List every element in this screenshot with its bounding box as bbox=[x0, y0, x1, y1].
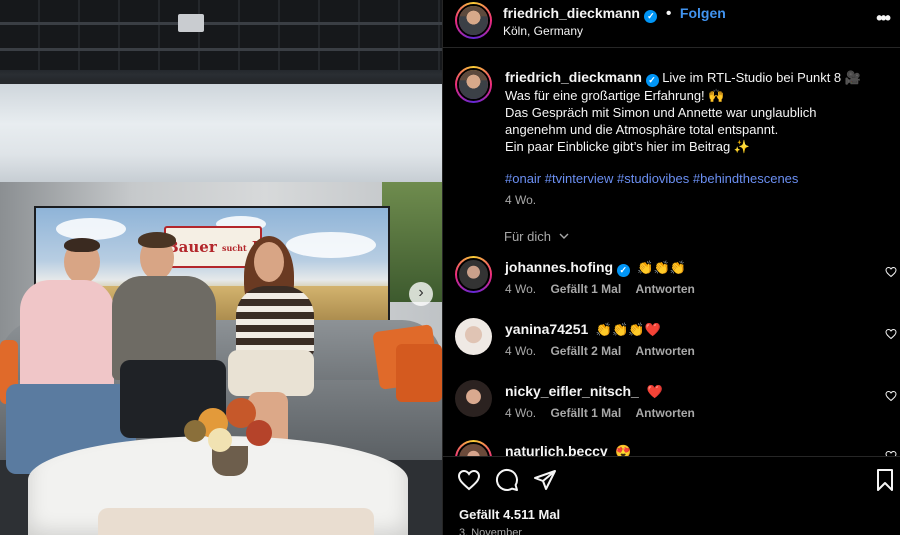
post-date: 3. November bbox=[459, 527, 522, 535]
separator-dot: • bbox=[665, 5, 672, 22]
author-avatar[interactable] bbox=[455, 2, 492, 39]
commenter-avatar[interactable] bbox=[455, 256, 492, 293]
comment-text: 👏👏👏❤️ bbox=[595, 322, 661, 337]
ceiling-beam bbox=[0, 48, 442, 51]
send-icon[interactable] bbox=[533, 468, 557, 492]
post-actions: Gefällt 4.511 Mal 3. November bbox=[443, 456, 900, 535]
comment-heart-icon[interactable] bbox=[885, 328, 897, 340]
carousel-next-button[interactable]: › bbox=[409, 282, 433, 306]
comment-time[interactable]: 4 Wo. bbox=[505, 344, 536, 358]
comment-text: 👏👏👏 bbox=[637, 260, 686, 275]
caption-line: Live im RTL-Studio bei Punkt 8 🎥 bbox=[662, 70, 861, 85]
studio-ceiling bbox=[0, 0, 442, 70]
comment-heart-icon[interactable] bbox=[885, 390, 897, 402]
translation-label: Für dich bbox=[504, 229, 551, 244]
commenter-avatar[interactable] bbox=[455, 380, 492, 417]
caption-line: Was für eine großartige Erfahrung! 🙌 bbox=[505, 88, 725, 103]
chevron-right-icon: › bbox=[418, 284, 424, 301]
pillow bbox=[396, 344, 442, 402]
flower bbox=[208, 428, 232, 452]
verified-icon: ✓ bbox=[616, 264, 630, 277]
verified-icon: ✓ bbox=[645, 74, 659, 87]
post-image[interactable]: Bauer sucht Frau › bbox=[0, 0, 442, 535]
post-panel: friedrich_dieckmann ✓ • Folgen Köln, Ger… bbox=[442, 0, 900, 535]
heart-icon[interactable] bbox=[457, 468, 481, 492]
author-username[interactable]: friedrich_dieckmann bbox=[503, 5, 640, 21]
caption-avatar[interactable] bbox=[455, 66, 492, 103]
reply-button[interactable]: Antworten bbox=[636, 406, 695, 420]
header-name-row: friedrich_dieckmann ✓ • Folgen bbox=[503, 5, 726, 23]
caption-line: Das Gespräch mit Simon und Annette war u… bbox=[505, 105, 817, 120]
comment-time[interactable]: 4 Wo. bbox=[505, 406, 536, 420]
comment-item: yanina74251 👏👏👏❤️ 4 Wo. Gefällt 2 Mal An… bbox=[443, 318, 900, 378]
post-header: friedrich_dieckmann ✓ • Folgen Köln, Ger… bbox=[443, 0, 900, 48]
chevron-down-icon bbox=[559, 233, 569, 239]
comment-icon[interactable] bbox=[495, 468, 519, 492]
reply-button[interactable]: Antworten bbox=[636, 282, 695, 296]
post-location[interactable]: Köln, Germany bbox=[503, 24, 583, 38]
caption-timestamp[interactable]: 4 Wo. bbox=[505, 193, 536, 207]
studio-light bbox=[178, 14, 204, 32]
comment-likes[interactable]: Gefällt 1 Mal bbox=[550, 406, 621, 420]
comment-likes[interactable]: Gefällt 2 Mal bbox=[550, 344, 621, 358]
comment-username[interactable]: johannes.hofing bbox=[505, 259, 613, 275]
comment-time[interactable]: 4 Wo. bbox=[505, 282, 536, 296]
post-caption: friedrich_dieckmann ✓ Live im RTL-Studio… bbox=[505, 69, 885, 155]
comment-text: ❤️ bbox=[646, 384, 663, 399]
bookmark-icon[interactable] bbox=[873, 468, 897, 492]
comment-item: nicky_eifler_nitsch_ ❤️ 4 Wo. Gefällt 1 … bbox=[443, 380, 900, 440]
comment-username[interactable]: nicky_eifler_nitsch_ bbox=[505, 383, 639, 399]
flower bbox=[246, 420, 272, 446]
reply-button[interactable]: Antworten bbox=[636, 344, 695, 358]
comment-heart-icon[interactable] bbox=[885, 266, 897, 278]
more-options-icon[interactable]: ••• bbox=[876, 8, 891, 29]
ceiling-beam bbox=[0, 22, 442, 25]
studio-plant-wall bbox=[382, 182, 442, 302]
follow-button[interactable]: Folgen bbox=[680, 5, 726, 21]
caption-hashtags[interactable]: #onair #tvinterview #studiovibes #behind… bbox=[505, 171, 798, 186]
caption-username[interactable]: friedrich_dieckmann bbox=[505, 69, 642, 85]
comment-item: johannes.hofing ✓ 👏👏👏 4 Wo. Gefällt 1 Ma… bbox=[443, 256, 900, 316]
comment-username[interactable]: yanina74251 bbox=[505, 321, 588, 337]
studio-backwall bbox=[0, 84, 442, 184]
comment-likes[interactable]: Gefällt 1 Mal bbox=[550, 282, 621, 296]
translation-toggle[interactable]: Für dich bbox=[504, 229, 570, 244]
flower bbox=[184, 420, 206, 442]
caption-line: Ein paar Einblicke gibt’s hier im Beitra… bbox=[505, 139, 751, 154]
caption-line: angenehm und die Atmosphäre total entspa… bbox=[505, 122, 779, 137]
commenter-avatar[interactable] bbox=[455, 318, 492, 355]
table-inset bbox=[98, 508, 374, 535]
verified-icon: ✓ bbox=[644, 10, 658, 23]
likes-count[interactable]: Gefällt 4.511 Mal bbox=[459, 507, 560, 522]
